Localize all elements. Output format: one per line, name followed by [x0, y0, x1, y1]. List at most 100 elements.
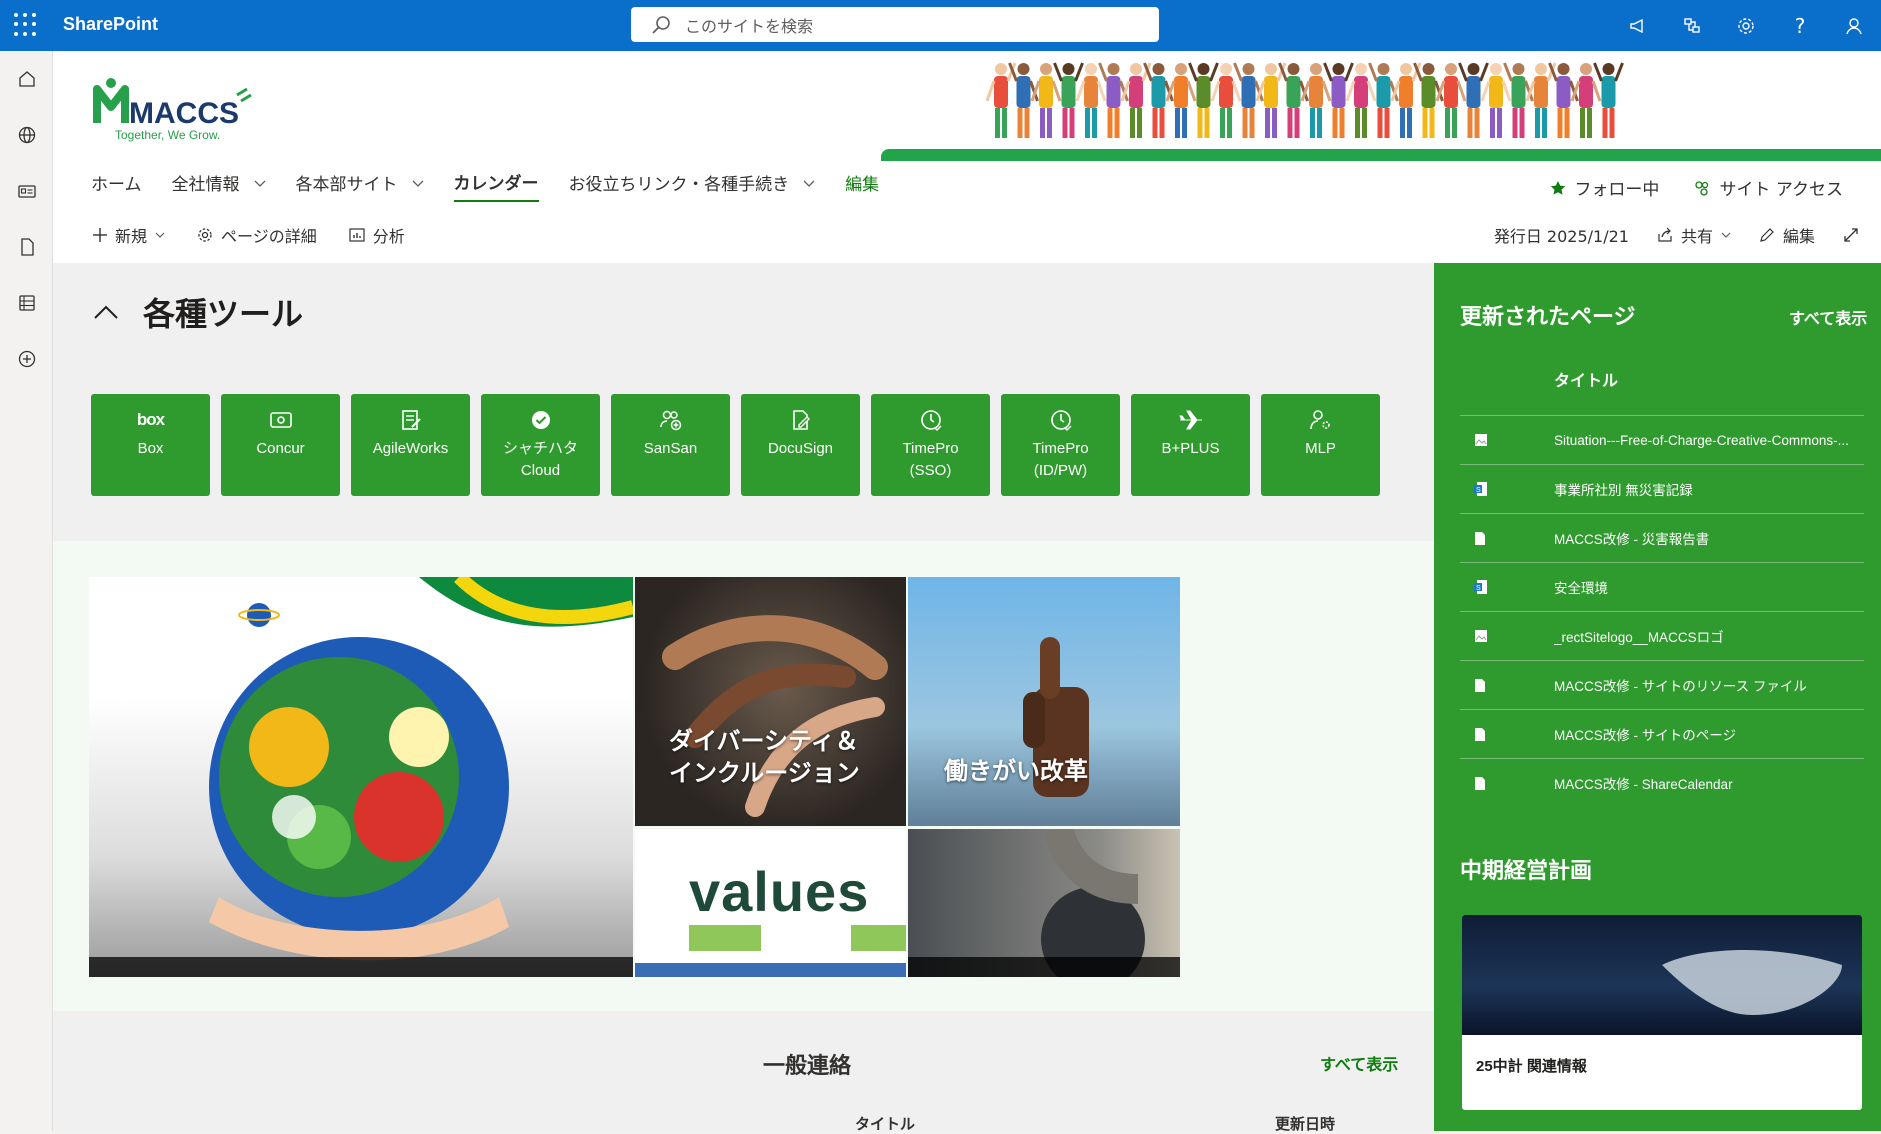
updated-pages-list: Situation---Free-of-Charge-Creative-Comm…: [1460, 415, 1864, 807]
tool-button-3[interactable]: シャチハタ Cloud: [481, 394, 600, 496]
updated-page-title[interactable]: Situation---Free-of-Charge-Creative-Comm…: [1554, 433, 1854, 448]
nav-item-label: カレンダー: [453, 174, 539, 194]
nav-item-label: お役立ちリンク・各種手続き: [568, 175, 790, 195]
search-input[interactable]: このサイトを検索: [685, 13, 813, 37]
edit-button[interactable]: 編集: [1759, 223, 1815, 247]
updated-page-row[interactable]: MACCS改修 - サイトのリソース ファイル: [1460, 660, 1864, 709]
help-icon[interactable]: ?: [1773, 0, 1827, 51]
tool-button-6[interactable]: TimePro (SSO): [871, 394, 990, 496]
box-logo-icon: box: [136, 410, 165, 429]
updated-page-row[interactable]: S 安全環境: [1460, 562, 1864, 611]
earth-illustration: [209, 577, 633, 961]
person-icon[interactable]: [1827, 0, 1881, 51]
updated-page-row[interactable]: MACCS改修 - ShareCalendar: [1460, 758, 1864, 807]
updated-page-title[interactable]: 安全環境: [1554, 577, 1854, 597]
updated-page-title[interactable]: MACCS改修 - 災害報告書: [1554, 528, 1854, 548]
chevron-up-icon[interactable]: [93, 304, 119, 320]
share-button[interactable]: 共有: [1657, 223, 1731, 247]
concur-icon: [269, 406, 293, 434]
tool-button-5[interactable]: DocuSign: [741, 394, 860, 496]
add-circle-icon[interactable]: [0, 331, 53, 387]
tools-grid: box Box Concur AgileWorks シャチハタ Cloud SanSan Do…: [91, 394, 1380, 496]
nav-edit-link[interactable]: 編集: [845, 170, 879, 201]
gear-icon[interactable]: [1719, 0, 1773, 51]
hero-tile-work-reform[interactable]: 働きがい改革: [908, 577, 1180, 826]
updated-pages-col-title[interactable]: タイトル: [1554, 367, 1618, 391]
person-settings-icon: [1309, 406, 1333, 434]
hero-tile-values[interactable]: values: [635, 829, 906, 977]
expand-icon: [1844, 228, 1858, 242]
tool-button-2[interactable]: AgileWorks: [351, 394, 470, 496]
tool-button-7[interactable]: TimePro (ID/PW): [1001, 394, 1120, 496]
updated-page-title[interactable]: MACCS改修 - ShareCalendar: [1554, 773, 1854, 793]
tool-button-4[interactable]: SanSan: [611, 394, 730, 496]
airplane-icon: [1178, 406, 1204, 434]
tool-button-8[interactable]: B+PLUS: [1131, 394, 1250, 496]
nav-item-3[interactable]: カレンダー: [453, 169, 539, 202]
globe-icon[interactable]: [0, 107, 53, 163]
nav-item-4[interactable]: お役立ちリンク・各種手続き: [569, 170, 816, 201]
section-header[interactable]: 各種ツール: [93, 289, 303, 335]
news-see-all-link[interactable]: すべて表示: [1320, 1051, 1398, 1075]
nav-item-label: 各本部サイト: [295, 175, 398, 195]
app-name[interactable]: SharePoint: [63, 14, 158, 35]
nav-item-2[interactable]: 各本部サイト: [296, 170, 424, 201]
share-link-icon[interactable]: [1665, 0, 1719, 51]
updated-page-title[interactable]: MACCS改修 - サイトのページ: [1554, 724, 1854, 744]
page-details-button[interactable]: ページの詳細: [197, 223, 317, 247]
nav-item-1[interactable]: 全社情報: [172, 170, 266, 201]
svg-text:S: S: [1476, 487, 1481, 494]
tile-caption: ダイバーシティ＆インクルージョン: [669, 727, 860, 787]
hero-section: ダイバーシティ＆インクルージョン 働きがい改革 values: [53, 541, 1434, 1011]
site-header: MACCS Together, We Grow. ホーム 全社情報 各本部サイト カレ…: [53, 51, 1881, 263]
updated-page-title[interactable]: 事業所社別 無災害記録: [1554, 479, 1854, 499]
app-launcher-icon[interactable]: [14, 13, 38, 37]
hero-tile-sustainability[interactable]: [89, 577, 633, 977]
tool-label: Concur: [256, 440, 305, 457]
news-icon[interactable]: [0, 163, 53, 219]
page-file-icon: [1460, 776, 1554, 791]
sway-file-icon: S: [1460, 481, 1554, 497]
image-file-icon: [1460, 629, 1554, 643]
expand-button[interactable]: [1843, 227, 1859, 243]
home-icon[interactable]: [0, 51, 53, 107]
tool-button-0[interactable]: box Box: [91, 394, 210, 496]
tool-label: Box: [137, 440, 164, 457]
tool-label: TimePro: [902, 440, 959, 457]
hero-tile-worker[interactable]: [908, 829, 1180, 977]
site-access-button[interactable]: サイト アクセス: [1693, 175, 1843, 200]
tool-button-1[interactable]: Concur: [221, 394, 340, 496]
document-sign-icon: [790, 406, 812, 434]
updated-page-title[interactable]: MACCS改修 - サイトのリソース ファイル: [1554, 675, 1854, 695]
analytics-button[interactable]: 分析: [349, 223, 405, 247]
updated-page-row[interactable]: S 事業所社別 無災害記録: [1460, 464, 1864, 513]
updated-page-row[interactable]: MACCS改修 - 災害報告書: [1460, 513, 1864, 562]
updated-page-title[interactable]: _rectSitelogo__MACCSロゴ: [1554, 626, 1854, 646]
left-rail: [0, 51, 53, 1131]
site-logo[interactable]: MACCS Together, We Grow.: [93, 75, 263, 145]
new-button[interactable]: 新規: [93, 223, 165, 247]
midterm-plan-title: 中期経営計画: [1460, 859, 1593, 884]
clock-icon: [919, 406, 943, 434]
chevron-down-icon: [155, 232, 165, 238]
image-file-icon: [1460, 433, 1554, 447]
updated-page-row[interactable]: _rectSitelogo__MACCSロゴ: [1460, 611, 1864, 660]
list-icon[interactable]: [0, 275, 53, 331]
updated-pages-see-all-link[interactable]: すべて表示: [1789, 305, 1867, 329]
search-box[interactable]: このサイトを検索: [631, 7, 1159, 42]
megaphone-icon[interactable]: [1611, 0, 1665, 51]
tool-label: TimePro: [1032, 440, 1089, 457]
follow-button[interactable]: フォロー中: [1550, 175, 1659, 200]
tool-button-9[interactable]: MLP: [1261, 394, 1380, 496]
file-icon[interactable]: [0, 219, 53, 275]
updated-page-row[interactable]: MACCS改修 - サイトのページ: [1460, 709, 1864, 758]
share-icon: [1658, 227, 1672, 242]
page-file-icon: [1460, 531, 1554, 546]
right-column: 更新されたページ すべて表示 タイトル Situation---Free-of-…: [1434, 263, 1881, 1131]
nav-item-0[interactable]: ホーム: [91, 170, 142, 201]
hero-tile-diversity[interactable]: ダイバーシティ＆インクルージョン: [635, 577, 906, 826]
people-banner: [985, 62, 1624, 138]
midterm-card[interactable]: 25中計 関連情報: [1462, 915, 1862, 1110]
tool-sublabel: (SSO): [909, 462, 952, 479]
updated-page-row[interactable]: Situation---Free-of-Charge-Creative-Comm…: [1460, 415, 1864, 464]
